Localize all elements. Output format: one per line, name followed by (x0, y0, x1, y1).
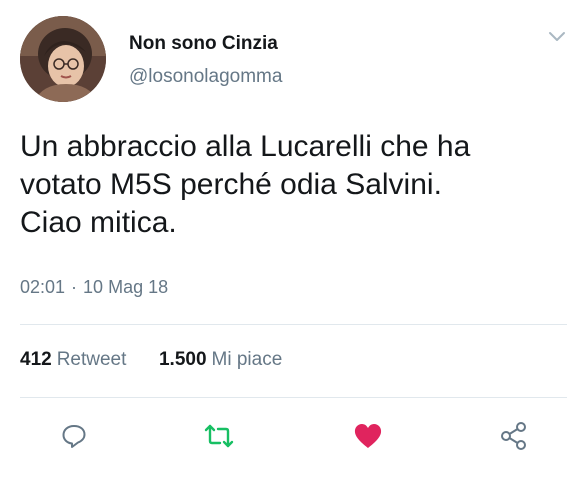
tweet-text: Un abbraccio alla Lucarelli che ha votat… (20, 128, 570, 242)
tweet-timestamp[interactable]: 02:01 · 10 Mag 18 (20, 277, 168, 298)
meta-separator: · (71, 277, 78, 297)
like-button[interactable] (350, 418, 386, 454)
divider (20, 324, 567, 325)
tweet-text-line: Un abbraccio alla Lucarelli che ha (20, 130, 471, 163)
action-bar (0, 418, 587, 458)
user-handle[interactable]: @losonolagomma (129, 66, 282, 88)
tweet-date: 10 Mag 18 (83, 277, 169, 297)
tweet-card: Non sono Cinzia @losonolagomma Un abbrac… (0, 0, 587, 480)
retweets-count: 412 (20, 349, 52, 370)
likes-label: Mi piace (211, 349, 283, 370)
tweet-text-line: Ciao mitica. (20, 206, 177, 239)
likes-stat[interactable]: 1.500 Mi piace (159, 349, 282, 370)
avatar-image (20, 16, 106, 102)
tweet-time: 02:01 (20, 277, 66, 297)
share-button[interactable] (496, 418, 532, 454)
retweet-button[interactable] (201, 418, 237, 454)
reply-button[interactable] (56, 418, 92, 454)
share-icon (501, 422, 526, 450)
reply-icon (62, 425, 86, 448)
retweets-stat[interactable]: 412 Retweet (20, 349, 132, 370)
tweet-text-line: votato M5S perché odia Salvini. (20, 168, 442, 201)
retweet-icon (204, 424, 234, 448)
avatar[interactable] (20, 16, 106, 102)
likes-count: 1.500 (158, 349, 207, 370)
engagement-stats: 412 Retweet 1.500 Mi piace (20, 349, 282, 371)
display-name[interactable]: Non sono Cinzia (129, 33, 278, 55)
divider (20, 397, 567, 398)
retweets-label: Retweet (56, 349, 127, 370)
heart-icon (354, 424, 382, 448)
chevron-down-icon[interactable] (547, 30, 567, 46)
